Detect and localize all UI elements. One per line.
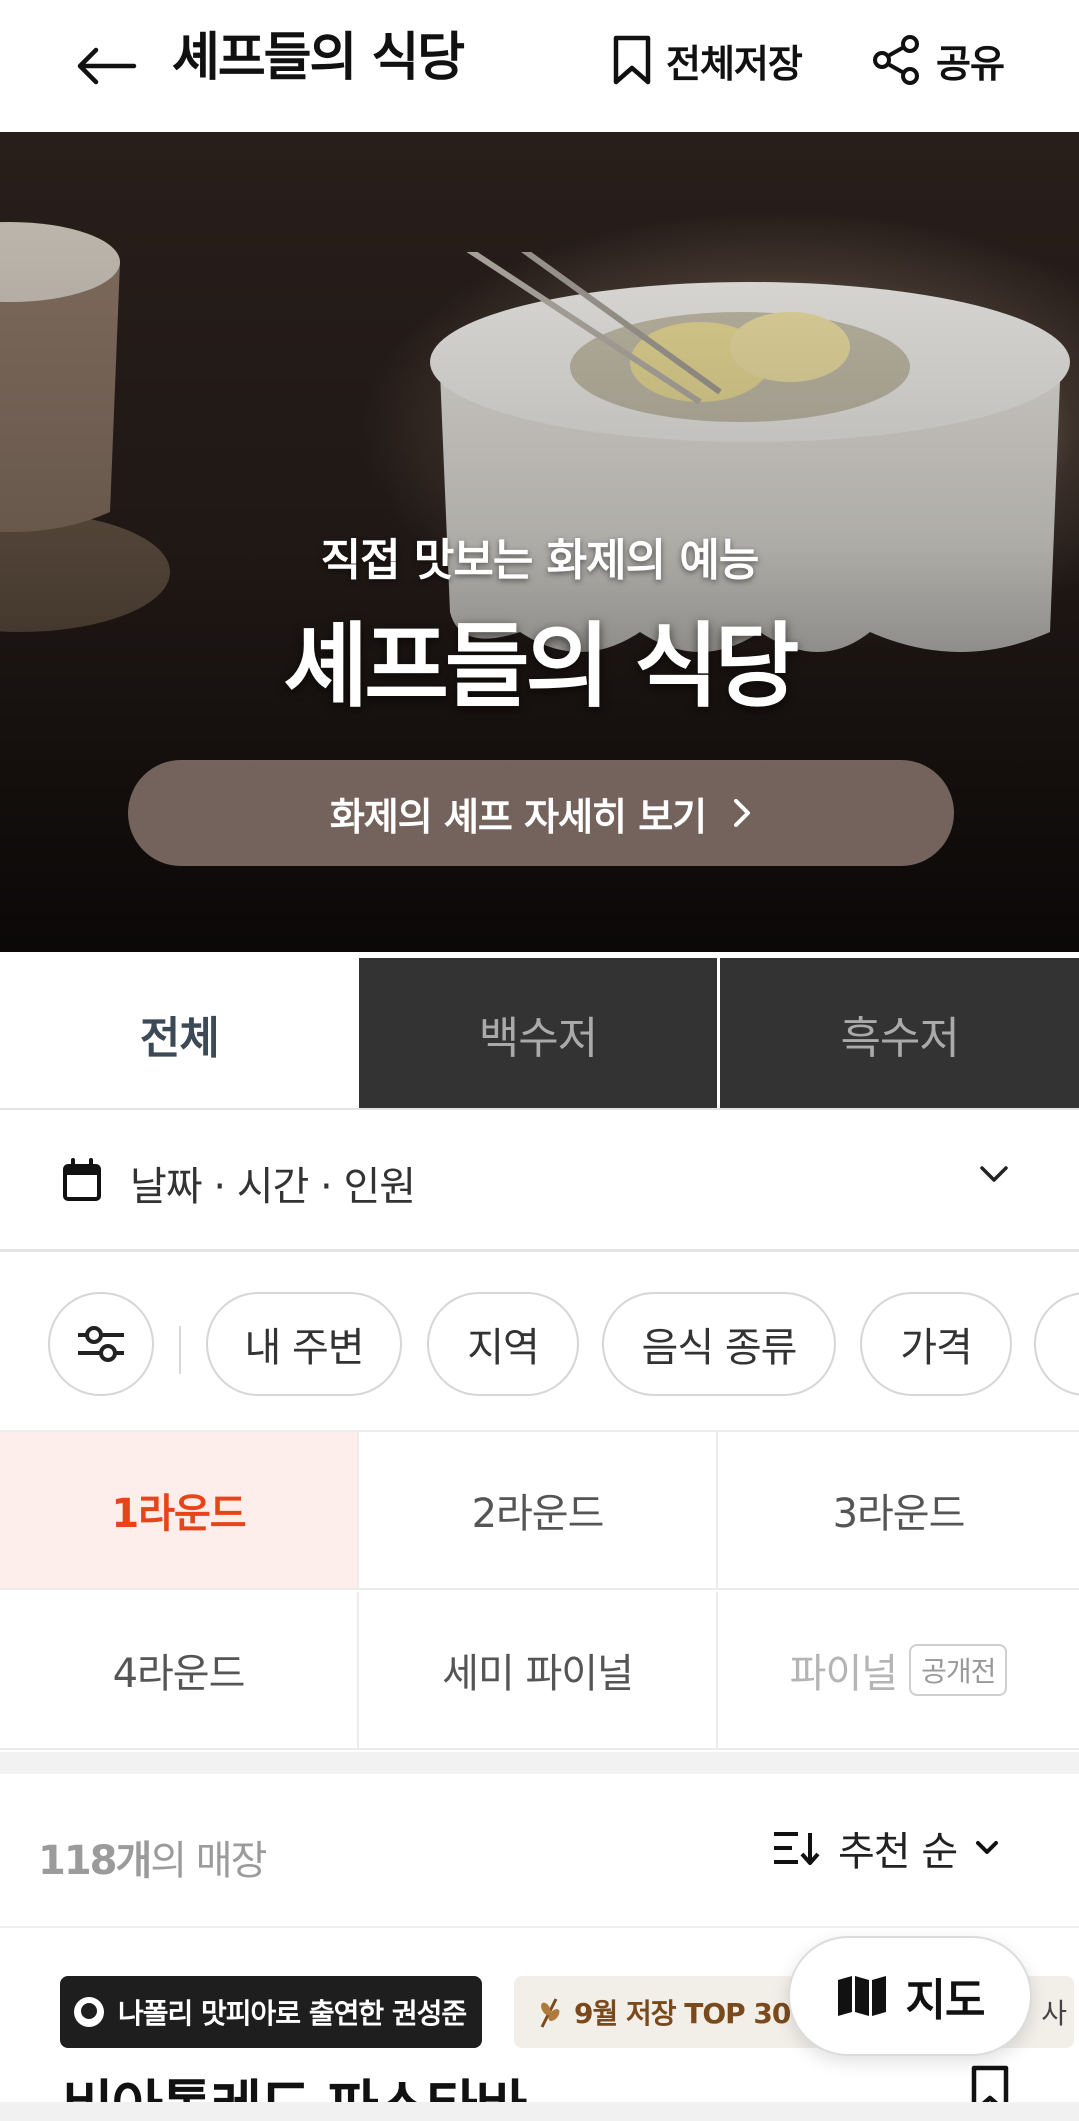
ranking-tag-label: 9월 저장 TOP 30	[574, 1997, 791, 2030]
chef-hat-icon	[74, 1997, 104, 2027]
filter-chip-bar: 내 주변 지역 음식 종류 가격	[0, 1256, 1079, 1432]
chef-details-button[interactable]: 화제의 셰프 자세히 보기	[128, 760, 954, 866]
map-button[interactable]: 지도	[788, 1936, 1032, 2056]
map-icon	[837, 1976, 886, 2016]
unreleased-badge: 공개전	[909, 1644, 1008, 1696]
chip-region[interactable]: 지역	[427, 1292, 579, 1396]
round-1[interactable]: 1라운드	[0, 1432, 359, 1590]
chevron-right-icon	[734, 799, 751, 827]
round-4[interactable]: 4라운드	[0, 1592, 359, 1750]
round-3[interactable]: 3라운드	[718, 1432, 1079, 1590]
sort-icon	[774, 1832, 820, 1865]
calendar-icon	[63, 1158, 101, 1201]
chef-details-label: 화제의 셰프 자세히 보기	[329, 794, 707, 839]
page-title: 셰프들의 식당	[172, 28, 465, 88]
round-final: 파이널 공개전	[718, 1592, 1079, 1750]
chevron-down-icon	[980, 1166, 1008, 1182]
chef-tag-label: 나폴리 맛피아로 출연한 권성준	[118, 1997, 467, 2030]
round-selector: 1라운드 2라운드 3라운드 4라운드 세미 파이널 파이널 공개전	[0, 1432, 1079, 1752]
share-label: 공유	[936, 41, 1005, 86]
arrow-left-icon	[77, 47, 137, 85]
chip-more[interactable]	[1034, 1292, 1079, 1396]
tab-black-spoon[interactable]: 흑수저	[717, 952, 1079, 1110]
bookmark-icon	[613, 35, 651, 85]
sort-label: 추천 순	[838, 1829, 958, 1875]
chef-tag: 나폴리 맛피아로 출연한 권성준	[60, 1976, 483, 2048]
hero-title: 셰프들의 식당	[283, 613, 800, 720]
date-time-party-picker[interactable]: 날짜 · 시간 · 인원	[0, 1110, 1079, 1252]
hero-banner: 직접 맛보는 화제의 예능 셰프들의 식당 화제의 셰프 자세히 보기	[0, 132, 1079, 952]
map-button-label: 지도	[905, 1975, 986, 2026]
chip-divider	[179, 1326, 181, 1374]
back-button[interactable]	[70, 30, 142, 102]
app-header: 셰프들의 식당 전체저장 공유	[0, 0, 1079, 132]
tab-white-spoon[interactable]: 백수저	[358, 952, 718, 1110]
round-2[interactable]: 2라운드	[359, 1432, 718, 1590]
results-header: 118개의 매장 추천 순	[0, 1774, 1079, 1928]
round-semifinal[interactable]: 세미 파이널	[359, 1592, 718, 1750]
filter-sliders-icon	[78, 1326, 124, 1362]
hero-subtitle: 직접 맛보는 화제의 예능	[320, 535, 760, 586]
filter-settings-button[interactable]	[48, 1292, 154, 1396]
wheat-icon	[540, 1998, 560, 2028]
date-picker-label: 날짜 · 시간 · 인원	[130, 1164, 416, 1210]
chef-type-tabs: 전체 백수저 흑수저	[0, 952, 1079, 1110]
chip-price[interactable]: 가격	[860, 1292, 1012, 1396]
chip-nearby[interactable]: 내 주변	[206, 1292, 402, 1396]
section-gap	[0, 1752, 1079, 1774]
chip-cuisine[interactable]: 음식 종류	[602, 1292, 836, 1396]
store-count-suffix: 의 매장	[150, 1838, 267, 1884]
share-button[interactable]: 공유	[870, 28, 1005, 92]
save-all-label: 전체저장	[666, 41, 803, 86]
ranking-tag-tail: 사	[1041, 1997, 1067, 2030]
store-count-number: 118개	[38, 1838, 152, 1884]
save-all-button[interactable]: 전체저장	[612, 28, 803, 92]
chevron-down-icon	[976, 1841, 999, 1854]
tab-all[interactable]: 전체	[0, 952, 359, 1110]
round-final-label: 파이널	[789, 1651, 898, 1697]
sort-dropdown[interactable]: 추천 순	[772, 1816, 999, 1880]
share-icon	[873, 35, 919, 85]
bottom-edge	[0, 2102, 1079, 2121]
store-count: 118개의 매장	[38, 1828, 267, 1886]
